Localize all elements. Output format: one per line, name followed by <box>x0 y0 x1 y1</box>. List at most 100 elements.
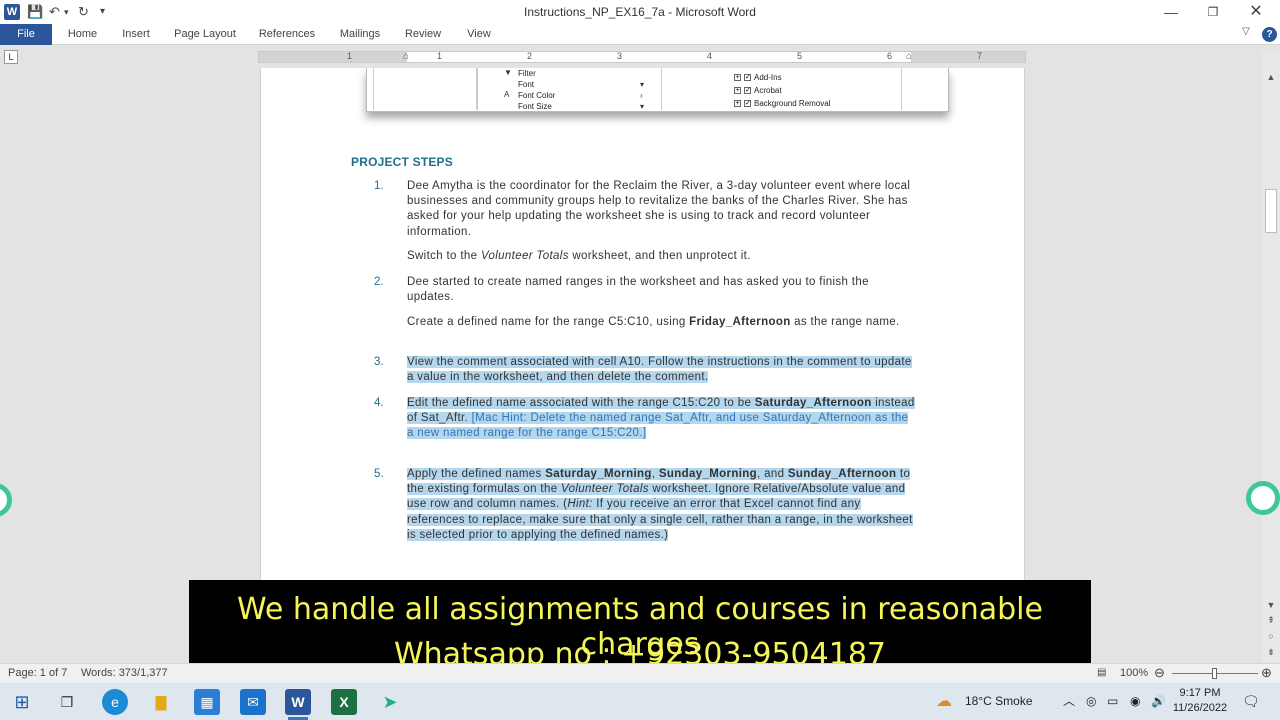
view-layout-icon[interactable]: ▤ <box>1097 667 1106 678</box>
excel-icon[interactable]: X <box>331 689 357 715</box>
edge-icon[interactable]: e <box>102 689 128 715</box>
tab-file[interactable]: File <box>0 24 52 45</box>
scroll-down-icon[interactable]: ▼ <box>1264 600 1278 610</box>
browse-object-icon[interactable]: ○ <box>1264 631 1278 641</box>
scroll-thumb[interactable] <box>1265 189 1277 233</box>
dropdown-icon: ▾ <box>640 80 645 89</box>
weather-text[interactable]: 18°C Smoke <box>965 683 1033 720</box>
tab-mailings[interactable]: Mailings <box>332 24 388 45</box>
word-window: W 💾 ↶ ▾ ↻ ▾ Instructions_NP_EX16_7a - Mi… <box>0 0 1280 720</box>
ruler-number: 1 <box>437 51 443 61</box>
tab-page-layout[interactable]: Page Layout <box>168 24 242 45</box>
ruler-right-margin <box>911 52 1025 62</box>
tab-insert[interactable]: Insert <box>114 24 158 45</box>
checkbox-checked-icon: ✓ <box>744 87 751 94</box>
clock-time: 9:17 PM <box>1179 687 1221 699</box>
notification-icon[interactable]: 🗨 <box>1242 683 1260 720</box>
zoom-in-icon[interactable]: ⊕ <box>1261 665 1272 681</box>
next-page-icon[interactable]: ⇟ <box>1264 647 1278 658</box>
volume-icon[interactable]: 🔊 <box>1151 683 1166 720</box>
embed-item-filter: Filter <box>518 69 536 78</box>
embed-column-mid: ▼ Filter Font A Font Color Font Size ▾ ›… <box>477 68 662 111</box>
task-view-icon[interactable]: ❐ <box>54 689 80 715</box>
weather-icon[interactable]: ☁ <box>936 683 952 720</box>
checkbox-checked-icon: ✓ <box>744 74 751 81</box>
show-hidden-icons-icon[interactable]: ︿ <box>1063 683 1075 720</box>
status-bar: Page: 1 of 7 Words: 373/1,377 ▤ 100% ⊖ ⊕ <box>0 663 1280 683</box>
embed-item-font-size: Font Size <box>518 102 552 111</box>
app-icon[interactable]: ➤ <box>377 689 403 715</box>
checkbox-checked-icon: ✓ <box>744 100 751 107</box>
zoom-slider-knob[interactable] <box>1212 668 1217 679</box>
minimize-button[interactable]: — <box>1151 0 1191 24</box>
close-button[interactable]: ✕ <box>1236 0 1276 24</box>
selected-text: View the comment associated with cell A1… <box>407 356 912 384</box>
screen-recorder-marker-icon <box>1246 481 1280 515</box>
expand-ribbon-icon[interactable]: ▽ <box>1242 26 1250 37</box>
step-number: 3. <box>374 356 384 368</box>
ruler-number: 2 <box>527 51 533 61</box>
ruler-number: 7 <box>977 51 983 61</box>
step-number: 4. <box>374 397 384 409</box>
store-icon[interactable]: ▦ <box>194 689 220 715</box>
embed-item-font-color: Font Color <box>518 91 556 100</box>
document-area: ▼ Filter Font A Font Color Font Size ▾ ›… <box>0 68 1262 663</box>
previous-page-icon[interactable]: ⇞ <box>1264 615 1278 626</box>
redo-icon[interactable]: ↻ <box>78 4 89 20</box>
step-number: 2. <box>374 276 384 288</box>
customize-qat-icon[interactable]: ▾ <box>100 4 105 20</box>
tab-selector-icon[interactable]: L <box>4 50 18 64</box>
tab-references[interactable]: References <box>252 24 322 45</box>
ruler-number: 1 <box>347 51 353 61</box>
tab-home[interactable]: Home <box>60 24 105 45</box>
restore-button[interactable]: ❐ <box>1193 0 1233 24</box>
word-icon[interactable]: W <box>285 689 311 715</box>
step-4-text: Edit the defined name associated with th… <box>407 397 915 440</box>
expand-icon: + <box>734 100 741 107</box>
ruler-number: 6 <box>887 51 893 61</box>
save-icon[interactable]: 💾 <box>27 4 43 20</box>
embedded-screenshot[interactable]: ▼ Filter Font A Font Color Font Size ▾ ›… <box>366 68 949 112</box>
embed-column-left <box>373 68 477 110</box>
word-count[interactable]: Words: 373/1,377 <box>81 667 168 679</box>
undo-icon[interactable]: ↶ <box>49 4 60 20</box>
taskbar-clock[interactable]: 9:17 PM 11/26/2022 <box>1168 686 1232 716</box>
step-2-text: Dee started to create named ranges in th… <box>407 276 869 304</box>
filter-icon: ▼ <box>504 68 512 77</box>
zoom-level[interactable]: 100% <box>1120 667 1148 679</box>
file-explorer-icon[interactable]: ▇ <box>148 689 174 715</box>
left-indent-marker-icon[interactable]: ⌂ <box>403 51 409 62</box>
start-icon[interactable]: ⊞ <box>9 689 35 715</box>
vertical-scrollbar[interactable]: ▲ ▼ ⇞ ○ ⇟ <box>1262 52 1280 662</box>
clock-date: 11/26/2022 <box>1172 702 1228 714</box>
page-count[interactable]: Page: 1 of 7 <box>8 667 67 679</box>
ruler-number: 5 <box>797 51 803 61</box>
step-number: 5. <box>374 468 384 480</box>
tab-view[interactable]: View <box>458 24 500 45</box>
step-5-text: Apply the defined names Saturday_Morning… <box>407 468 913 541</box>
expand-icon: + <box>734 87 741 94</box>
meet-now-icon[interactable]: ◎ <box>1086 683 1096 720</box>
ribbon-tabs: File Home Insert Page Layout References … <box>0 24 1280 45</box>
scroll-up-icon[interactable]: ▲ <box>1264 72 1278 82</box>
zoom-out-icon[interactable]: ⊖ <box>1154 665 1165 681</box>
arrow-right-icon: › <box>640 91 643 100</box>
battery-icon[interactable]: ▭ <box>1107 683 1118 720</box>
word-app-icon[interactable]: W <box>4 4 20 20</box>
font-color-icon: A <box>504 90 510 99</box>
embed-item-background-removal: Background Removal <box>754 99 831 108</box>
document-name: Instructions_NP_EX16_7a <box>524 5 665 19</box>
embed-item-acrobat: Acrobat <box>754 86 782 95</box>
embed-item-font: Font <box>518 80 535 89</box>
horizontal-ruler[interactable]: 1 1 2 3 4 5 6 7 ⌂ ⌂ <box>258 51 1026 63</box>
undo-dropdown-icon[interactable]: ▾ <box>64 4 69 20</box>
mail-icon[interactable]: ✉ <box>240 689 266 715</box>
app-name: Microsoft Word <box>675 5 756 19</box>
network-icon[interactable]: ◉ <box>1130 683 1140 720</box>
document-page[interactable]: ▼ Filter Font A Font Color Font Size ▾ ›… <box>260 68 1025 588</box>
tab-review[interactable]: Review <box>398 24 448 45</box>
help-icon[interactable]: ? <box>1262 27 1277 42</box>
step-number: 1. <box>374 180 384 192</box>
expand-icon: + <box>734 74 741 81</box>
right-indent-marker-icon[interactable]: ⌂ <box>906 51 912 62</box>
